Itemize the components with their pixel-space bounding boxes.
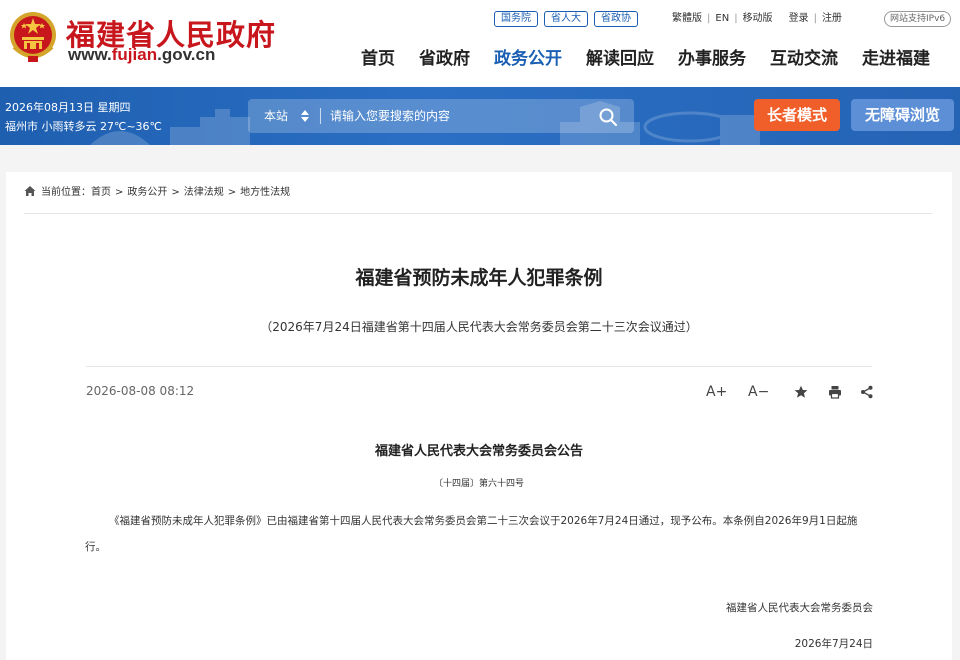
separator: | <box>734 13 738 24</box>
nav-gov-affairs[interactable]: 政务公开 <box>494 47 562 71</box>
breadcrumb-separator: > <box>227 187 237 198</box>
share-icon <box>861 385 873 399</box>
breadcrumb-divider <box>24 213 932 214</box>
notice-number: 〔十四届〕第六十四号 <box>433 479 524 489</box>
search-icon[interactable] <box>598 107 618 127</box>
top-pill-links: 国务院 省人大 省政协 <box>494 11 644 27</box>
login-link[interactable]: 登录 <box>789 13 809 24</box>
breadcrumb-home[interactable]: 首页 <box>91 187 111 198</box>
separator: | <box>813 13 817 24</box>
ipv6-badge: 网站支持IPv6 <box>884 11 952 27</box>
url-suffix: .gov.cn <box>157 45 216 64</box>
pill-provincial-congress[interactable]: 省人大 <box>544 11 588 27</box>
signatory: 福建省人民代表大会常务委员会 <box>726 602 873 614</box>
breadcrumb-prefix: 当前位置： <box>41 187 91 198</box>
search-input[interactable] <box>330 99 590 133</box>
star-icon <box>794 385 808 398</box>
breadcrumb-separator: > <box>115 187 124 198</box>
pill-state-council[interactable]: 国务院 <box>494 11 538 27</box>
main-nav: 首页 省政府 政务公开 解读回应 办事服务 互动交流 走进福建 <box>361 47 930 71</box>
print-button[interactable] <box>828 385 842 405</box>
nav-home[interactable]: 首页 <box>361 47 395 71</box>
scope-arrows-icon[interactable] <box>300 108 310 124</box>
nav-government[interactable]: 省政府 <box>419 47 470 71</box>
national-emblem-icon[interactable] <box>8 9 58 64</box>
article-card: 当前位置：首页 > 政务公开 > 法律法规 > 地方性法规 福建省预防未成年人犯罪条例 （2… <box>6 172 952 660</box>
breadcrumb-local-regulations[interactable]: 地方性法规 <box>240 187 290 198</box>
home-icon <box>24 186 36 196</box>
site-url[interactable]: www.fujian.gov.cn <box>68 45 215 65</box>
weather-info: 福州市 小雨转多云 27℃~36℃ <box>5 120 162 133</box>
accessible-browse-button[interactable]: 无障碍浏览 <box>851 99 954 131</box>
top-utility-links: 繁體版 | EN | 移动版 登录 | 注册 <box>672 11 842 27</box>
separator: | <box>707 13 711 24</box>
font-larger-button[interactable]: A+ <box>706 382 727 402</box>
mobile-link[interactable]: 移动版 <box>743 13 773 24</box>
publish-date: 2026-08-08 08:12 <box>86 384 195 398</box>
url-highlight: fujian <box>111 45 158 64</box>
breadcrumb-separator: > <box>171 187 180 198</box>
meta-divider <box>86 366 872 367</box>
pill-provincial-cppcc[interactable]: 省政协 <box>594 11 638 27</box>
breadcrumb-gov-affairs[interactable]: 政务公开 <box>127 187 167 198</box>
share-button[interactable] <box>860 385 874 405</box>
site-header: 福建省人民政府 www.fujian.gov.cn 国务院 省人大 省政协 繁體版 |… <box>0 0 960 87</box>
breadcrumb: 当前位置：首页 > 政务公开 > 法律法规 > 地方性法规 <box>24 185 290 200</box>
nav-services[interactable]: 办事服务 <box>678 47 746 71</box>
elder-mode-button[interactable]: 长者模式 <box>754 99 840 131</box>
search-box: 本站 <box>248 99 634 133</box>
nav-about-fujian[interactable]: 走进福建 <box>862 47 930 71</box>
register-link[interactable]: 注册 <box>822 13 842 24</box>
font-smaller-button[interactable]: A− <box>748 382 769 402</box>
nav-interaction[interactable]: 互动交流 <box>770 47 838 71</box>
nav-interpretation[interactable]: 解读回应 <box>586 47 654 71</box>
url-prefix: www. <box>68 45 112 64</box>
traditional-link[interactable]: 繁體版 <box>672 13 702 24</box>
article-body: 《福建省预防未成年人犯罪条例》已由福建省第十四届人民代表大会常务委员会第二十三次… <box>85 515 858 553</box>
breadcrumb-laws[interactable]: 法律法规 <box>184 187 224 198</box>
article-subtitle: （2026年7月24日福建省第十四届人民代表大会常务委员会第二十三次会议通过） <box>260 320 698 334</box>
favorite-button[interactable] <box>794 385 808 405</box>
current-date: 2026年08月13日 星期四 <box>5 101 131 114</box>
sign-date: 2026年7月24日 <box>794 638 873 650</box>
print-icon <box>829 386 841 399</box>
search-banner: 2026年08月13日 星期四 福州市 小雨转多云 27℃~36℃ 本站 长者模… <box>0 87 960 145</box>
notice-title: 福建省人民代表大会常务委员会公告 <box>374 444 583 459</box>
article-title: 福建省预防未成年人犯罪条例 <box>355 267 603 289</box>
search-scope-select[interactable]: 本站 <box>264 99 288 133</box>
search-divider <box>320 108 321 124</box>
english-link[interactable]: EN <box>715 13 729 24</box>
